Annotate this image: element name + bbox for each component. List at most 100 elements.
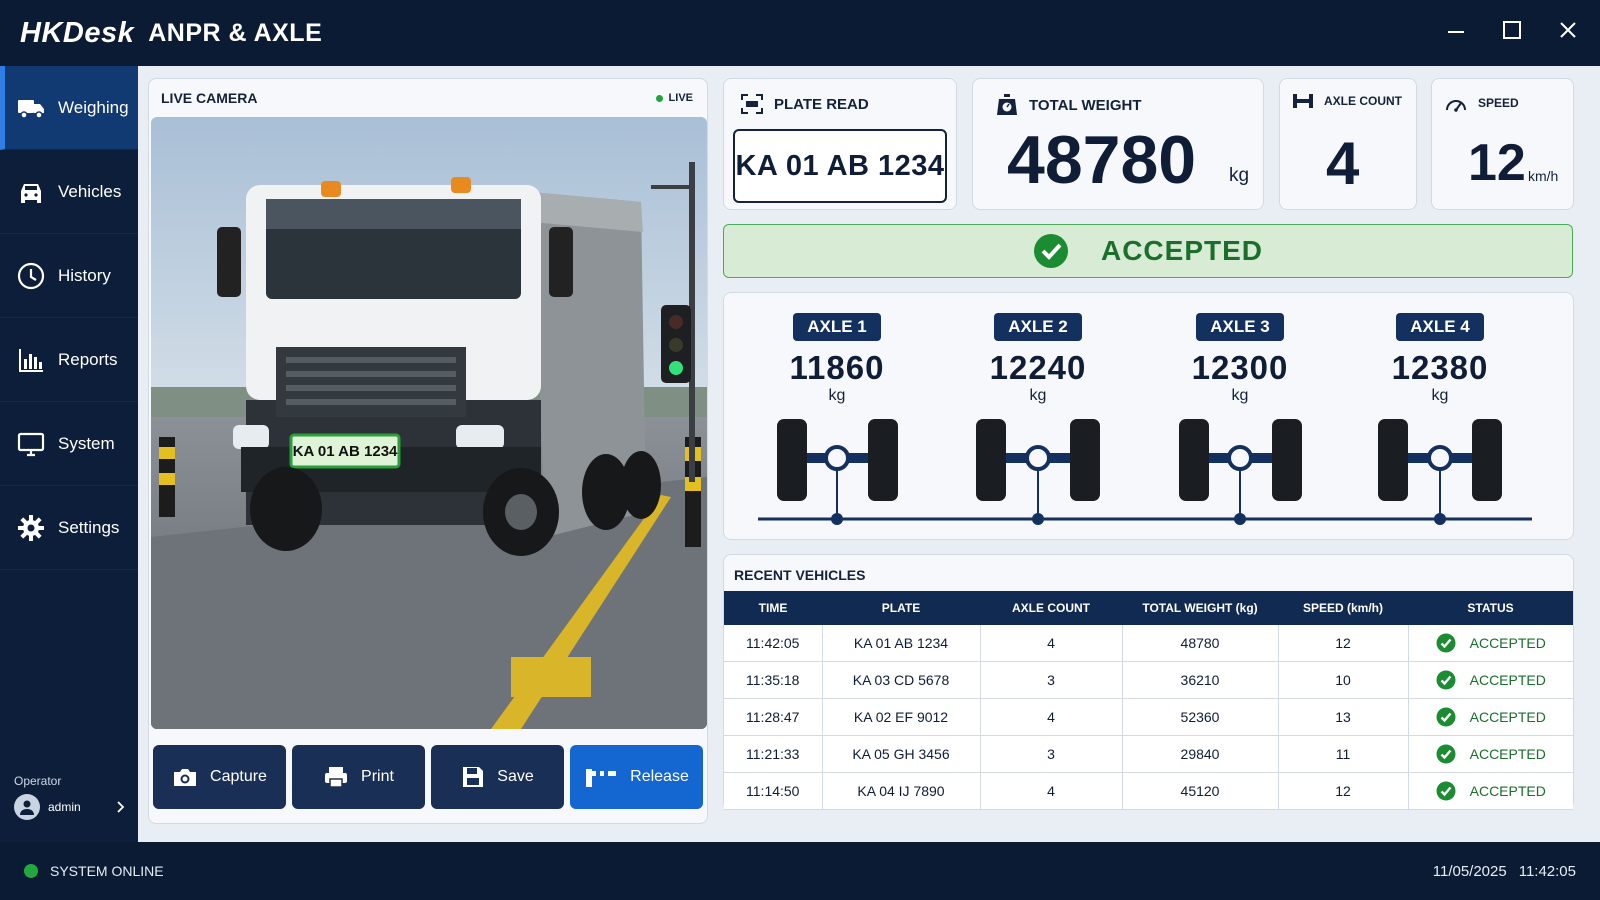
axle-4-diagram xyxy=(1378,419,1502,525)
capture-label: Capture xyxy=(210,768,267,785)
bar-chart-icon xyxy=(19,348,43,372)
operator-label: Operator xyxy=(14,774,62,788)
column-header[interactable]: TIME xyxy=(724,591,822,625)
maximize-icon xyxy=(1503,21,1521,39)
axle-3-card: AXLE 3 12300 kg xyxy=(1150,313,1330,405)
speed-unit: km/h xyxy=(1528,168,1559,184)
sidebar-item-label: History xyxy=(58,265,111,285)
title-bar: HKDesk ANPR & AXLE xyxy=(0,0,1600,66)
cell-total-weight: 29840 xyxy=(1122,735,1279,773)
speed-title: SPEED xyxy=(1478,96,1519,110)
cell-axle-count: 4 xyxy=(980,772,1123,810)
axle-2-label: AXLE 2 xyxy=(994,313,1082,341)
plate-read-title: PLATE READ xyxy=(774,95,869,113)
sidebar-item-weighing[interactable]: Weighing xyxy=(0,66,138,150)
plate-scan-icon xyxy=(741,94,763,114)
cell-plate: KA 05 GH 3456 xyxy=(822,735,981,773)
camera-actions: Capture Print Save Release xyxy=(153,745,703,809)
speed-card: SPEED 12 km/h xyxy=(1431,78,1574,210)
cell-axle-count: 4 xyxy=(980,698,1123,736)
axle-2-diagram xyxy=(976,419,1100,525)
save-icon xyxy=(463,767,484,787)
live-camera-panel: LIVE CAMERA LIVE KA 01 AB 1234 Capture P… xyxy=(148,78,708,824)
capture-button[interactable]: Capture xyxy=(153,745,286,809)
status-text: ACCEPTED xyxy=(1469,635,1546,651)
cell-speed: 10 xyxy=(1278,661,1409,699)
sidebar-item-settings[interactable]: Settings xyxy=(0,486,138,570)
cell-status: ACCEPTED xyxy=(1408,625,1573,662)
sidebar-item-history[interactable]: History xyxy=(0,234,138,318)
cell-plate: KA 03 CD 5678 xyxy=(822,661,981,699)
recent-vehicles-table: TIME PLATE AXLE COUNT TOTAL WEIGHT (kg) … xyxy=(724,591,1573,810)
camera-header: LIVE CAMERA LIVE xyxy=(149,79,707,117)
operator-name: admin xyxy=(48,800,81,814)
close-icon xyxy=(1560,22,1576,38)
cell-plate: KA 01 AB 1234 xyxy=(822,625,981,662)
maximize-button[interactable] xyxy=(1498,16,1526,44)
axle-4-card: AXLE 4 12380 kg xyxy=(1350,313,1530,405)
axle-4-weight: 12380 xyxy=(1391,349,1489,386)
check-circle-icon xyxy=(1436,744,1456,764)
column-header[interactable]: STATUS xyxy=(1408,591,1573,625)
camera-plate-overlay: KA 01 AB 1234 xyxy=(292,442,398,460)
truck-icon xyxy=(18,99,44,119)
axle-3-unit: kg xyxy=(1231,387,1249,404)
cell-axle-count: 3 xyxy=(980,735,1123,773)
camera-image xyxy=(151,117,707,729)
window-controls xyxy=(1442,16,1582,44)
plate-read-title-row: PLATE READ xyxy=(740,93,869,115)
cell-status: ACCEPTED xyxy=(1408,772,1573,810)
user-icon xyxy=(20,800,34,815)
sidebar-item-label: Settings xyxy=(58,517,120,537)
sidebar-item-label: Weighing xyxy=(58,97,129,117)
table-row[interactable]: 11:35:18 KA 03 CD 5678 3 36210 10 ACCEPT… xyxy=(724,661,1573,699)
sidebar-item-system[interactable]: System xyxy=(0,402,138,486)
live-indicator: LIVE xyxy=(655,92,693,104)
axle-2-weight: 12240 xyxy=(989,349,1087,386)
cell-speed: 13 xyxy=(1278,698,1409,736)
sidebar-item-label: Vehicles xyxy=(58,181,122,201)
speedometer-icon xyxy=(1446,100,1466,112)
sidebar-item-label: Reports xyxy=(58,349,118,369)
release-button[interactable]: Release xyxy=(570,745,703,809)
cell-total-weight: 52360 xyxy=(1122,698,1279,736)
operator-panel: Operator admin xyxy=(14,774,126,820)
table-row[interactable]: 11:21:33 KA 05 GH 3456 3 29840 11 ACCEPT… xyxy=(724,735,1573,773)
column-header[interactable]: SPEED (km/h) xyxy=(1278,591,1408,625)
datetime: 11/05/2025 11:42:05 xyxy=(1433,863,1576,880)
axle-3-label: AXLE 3 xyxy=(1196,313,1284,341)
axle-count-title-row: AXLE COUNT xyxy=(1292,93,1402,109)
table-row[interactable]: 11:42:05 KA 01 AB 1234 4 48780 12 ACCEPT… xyxy=(724,625,1573,662)
avatar xyxy=(14,794,40,820)
chevron-right-icon xyxy=(117,801,125,813)
printer-icon xyxy=(325,767,348,788)
status-text: ACCEPTED xyxy=(1469,783,1546,799)
cell-time: 11:42:05 xyxy=(724,625,823,662)
column-header[interactable]: TOTAL WEIGHT (kg) xyxy=(1122,591,1278,625)
plate-read-value: KA 01 AB 1234 xyxy=(733,129,947,203)
total-weight-card: TOTAL WEIGHT 48780 kg xyxy=(972,78,1264,210)
check-circle-icon xyxy=(1436,670,1456,690)
table-row[interactable]: 11:28:47 KA 02 EF 9012 4 52360 13 ACCEPT… xyxy=(724,698,1573,736)
close-button[interactable] xyxy=(1554,16,1582,44)
print-button[interactable]: Print xyxy=(292,745,425,809)
barrier-gate-icon xyxy=(586,769,617,787)
cell-plate: KA 02 EF 9012 xyxy=(822,698,981,736)
app-subtitle: ANPR & AXLE xyxy=(148,18,323,47)
sidebar: Weighing Vehicles History Reports System… xyxy=(0,66,138,842)
check-circle-icon xyxy=(1033,234,1068,268)
sidebar-item-reports[interactable]: Reports xyxy=(0,318,138,402)
axle-1-label: AXLE 1 xyxy=(793,313,881,341)
sidebar-item-vehicles[interactable]: Vehicles xyxy=(0,150,138,234)
online-status-icon xyxy=(24,864,38,878)
axle-1-diagram xyxy=(777,419,898,525)
column-header[interactable]: PLATE xyxy=(822,591,980,625)
save-button[interactable]: Save xyxy=(431,745,564,809)
check-circle-icon xyxy=(1436,707,1456,727)
recent-vehicles-title: RECENT VEHICLES xyxy=(734,567,866,583)
cell-total-weight: 48780 xyxy=(1122,625,1279,662)
minimize-button[interactable] xyxy=(1442,16,1470,44)
table-row[interactable]: 11:14:50 KA 04 IJ 7890 4 45120 12 ACCEPT… xyxy=(724,772,1573,810)
operator-menu[interactable]: admin xyxy=(14,794,126,820)
column-header[interactable]: AXLE COUNT xyxy=(980,591,1122,625)
